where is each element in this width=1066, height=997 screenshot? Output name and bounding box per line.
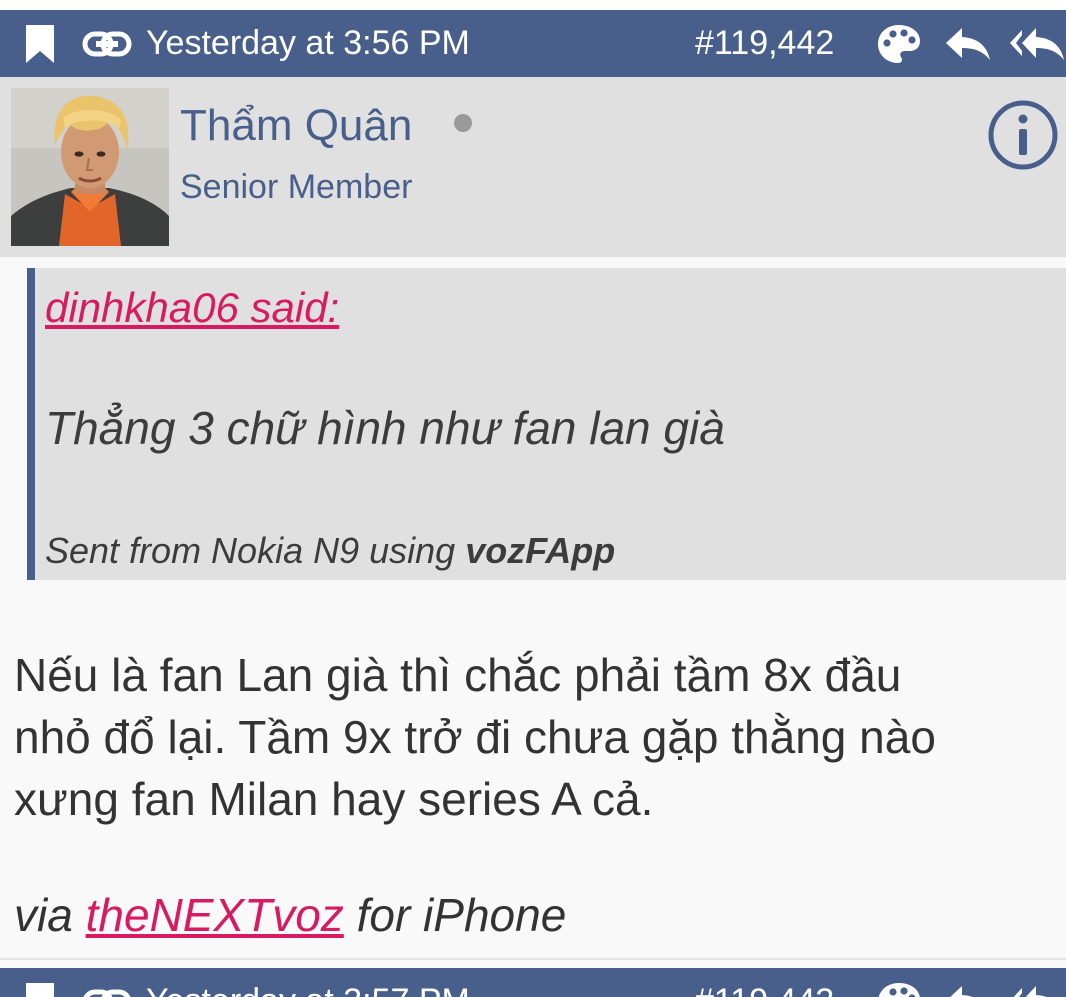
reply-icon[interactable]	[944, 984, 992, 997]
quote-signature-app: vozFApp	[465, 530, 616, 571]
reply-icon[interactable]	[944, 26, 992, 62]
post-number[interactable]: #119,442	[695, 20, 834, 66]
reply-all-icon[interactable]	[1008, 26, 1066, 62]
post-signature: via theNEXTvoz for iPhone	[14, 886, 566, 944]
post-body: Nếu là fan Lan già thì chắc phải tầm 8x …	[14, 644, 1059, 830]
username[interactable]: Thẩm Quân	[180, 99, 412, 153]
online-status-indicator	[454, 114, 472, 132]
avatar[interactable]	[11, 88, 169, 246]
signature-app-link[interactable]: theNEXTvoz	[86, 889, 344, 941]
post-timestamp[interactable]: Yesterday at 3:56 PM	[146, 20, 470, 66]
post-body-line: Nếu là fan Lan già thì chắc phải tầm 8x …	[14, 649, 902, 701]
bookmark-icon[interactable]	[24, 23, 56, 65]
next-post-number[interactable]: #119,443	[695, 978, 834, 997]
signature-prefix: via	[14, 889, 86, 941]
top-strip	[0, 0, 1066, 10]
user-title: Senior Member	[180, 168, 413, 206]
post-divider	[0, 958, 1066, 960]
quote-signature: Sent from Nokia N9 using vozFApp	[45, 528, 615, 574]
post-author-bar: Thẩm Quân Senior Member	[0, 77, 1066, 257]
post-body-line: xưng fan Milan hay series A cả.	[14, 773, 654, 825]
link-icon[interactable]	[82, 987, 132, 997]
next-post-timestamp[interactable]: Yesterday at 3:57 PM	[146, 978, 470, 997]
bookmark-icon[interactable]	[24, 981, 56, 997]
next-post-header: Yesterday at 3:57 PM #119,443	[0, 968, 1066, 997]
quote-text: Thẳng 3 chữ hình như fan lan già	[45, 402, 725, 454]
signature-suffix: for iPhone	[343, 889, 567, 941]
quote-signature-prefix: Sent from Nokia N9 using	[45, 530, 466, 571]
quote-author-link[interactable]: dinhkha06 said:	[45, 282, 339, 334]
palette-icon[interactable]	[876, 23, 922, 65]
post-header: Yesterday at 3:56 PM #119,442	[0, 10, 1066, 77]
reply-all-icon[interactable]	[1008, 984, 1066, 997]
palette-icon[interactable]	[876, 981, 922, 997]
post-body-line: nhỏ đổ lại. Tầm 9x trở đi chưa gặp thằng…	[14, 711, 936, 763]
quote-block: dinhkha06 said: Thẳng 3 chữ hình như fan…	[27, 268, 1066, 580]
info-icon[interactable]	[987, 99, 1059, 171]
link-icon[interactable]	[82, 29, 132, 59]
